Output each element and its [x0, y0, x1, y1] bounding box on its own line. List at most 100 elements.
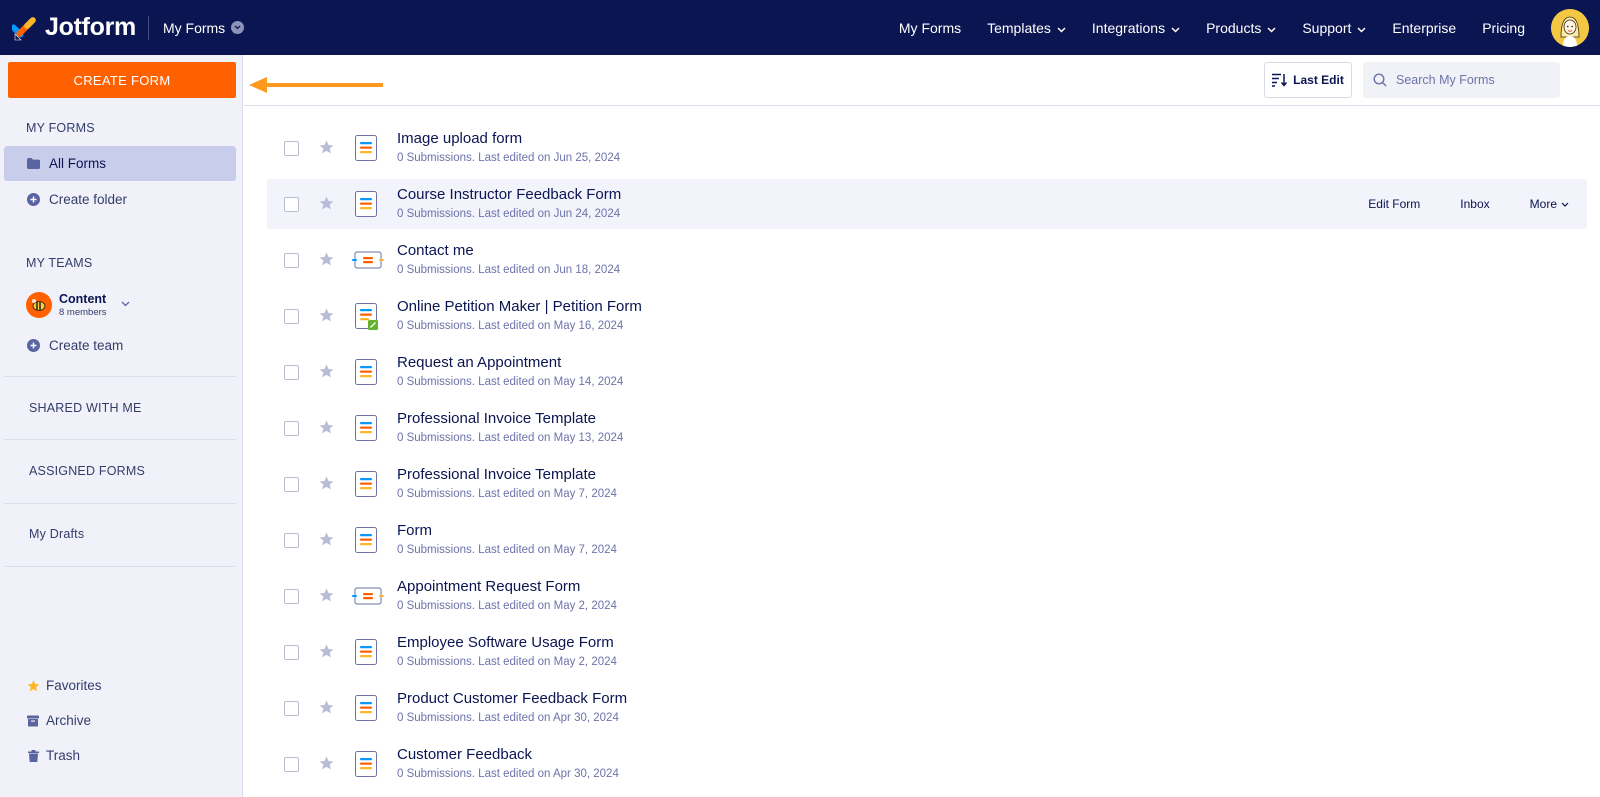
- nav-label: Support: [1302, 19, 1352, 36]
- star-icon[interactable]: [319, 196, 334, 215]
- more-label: More: [1529, 197, 1557, 211]
- form-title[interactable]: Course Instructor Feedback Form: [397, 186, 621, 203]
- form-title[interactable]: Request an Appointment: [397, 354, 561, 371]
- form-row[interactable]: Professional Invoice Template 0 Submissio…: [267, 459, 1587, 509]
- forms-toolbar: Last Edit: [244, 55, 1600, 106]
- select-checkbox[interactable]: [284, 645, 299, 660]
- star-icon: [26, 679, 40, 692]
- form-row[interactable]: Product Customer Feedback Form 0 Submissi…: [267, 683, 1587, 733]
- select-checkbox[interactable]: [284, 141, 299, 156]
- nav-products[interactable]: Products: [1206, 20, 1276, 36]
- select-checkbox[interactable]: [284, 757, 299, 772]
- star-icon[interactable]: [319, 140, 334, 159]
- form-title[interactable]: Online Petition Maker | Petition Form: [397, 298, 642, 315]
- user-avatar[interactable]: [1551, 8, 1589, 47]
- inbox-button[interactable]: Inbox: [1460, 197, 1489, 211]
- form-title[interactable]: Product Customer Feedback Form: [397, 690, 627, 707]
- form-row[interactable]: Form 0 Submissions. Last edited on May 7,…: [267, 515, 1587, 565]
- create-form-button[interactable]: CREATE FORM: [8, 62, 236, 98]
- form-meta: 0 Submissions. Last edited on Jun 25, 20…: [397, 152, 621, 164]
- jotform-logo[interactable]: Jotform: [12, 0, 136, 55]
- nav-enterprise[interactable]: Enterprise: [1392, 20, 1456, 36]
- form-meta: 0 Submissions. Last edited on Jun 18, 20…: [397, 264, 621, 276]
- sort-button[interactable]: Last Edit: [1264, 62, 1352, 98]
- sidebar-item-create-team[interactable]: Create team: [4, 328, 236, 363]
- team-bee-icon: [26, 292, 52, 318]
- select-checkbox[interactable]: [284, 309, 299, 324]
- sidebar-item-create-folder[interactable]: Create folder: [4, 182, 236, 217]
- sidebar-item-all-forms[interactable]: All Forms: [4, 146, 236, 181]
- star-icon[interactable]: [319, 588, 334, 607]
- chevron-down-icon[interactable]: [121, 294, 130, 312]
- form-title[interactable]: Professional Invoice Template: [397, 410, 596, 427]
- sidebar-item-label: Trash: [46, 748, 81, 763]
- select-checkbox[interactable]: [284, 253, 299, 268]
- main-nav: My Forms Templates Integrations Products…: [899, 0, 1600, 55]
- form-icon: [352, 414, 380, 442]
- nav-my-forms[interactable]: My Forms: [899, 20, 961, 36]
- form-row[interactable]: Professional Invoice Template 0 Submissio…: [267, 403, 1587, 453]
- form-row[interactable]: Online Petition Maker | Petition Form 0 S…: [267, 291, 1587, 341]
- nav-pricing[interactable]: Pricing: [1482, 20, 1525, 36]
- nav-templates[interactable]: Templates: [987, 20, 1066, 36]
- form-row[interactable]: Appointment Request Form 0 Submissions. L…: [267, 571, 1587, 621]
- star-icon[interactable]: [319, 364, 334, 383]
- star-icon[interactable]: [319, 644, 334, 663]
- team-content[interactable]: Content 8 members: [26, 292, 130, 318]
- sidebar-item-label: Favorites: [46, 678, 102, 693]
- select-checkbox[interactable]: [284, 197, 299, 212]
- logo-divider: [147, 15, 149, 40]
- form-title[interactable]: Contact me: [397, 242, 474, 259]
- more-button[interactable]: More: [1530, 197, 1569, 211]
- select-checkbox[interactable]: [284, 421, 299, 436]
- form-icon: [352, 134, 380, 162]
- form-meta: 0 Submissions. Last edited on Apr 30, 20…: [397, 712, 619, 724]
- select-checkbox[interactable]: [284, 365, 299, 380]
- form-title[interactable]: Customer Feedback: [397, 746, 532, 763]
- select-checkbox[interactable]: [284, 589, 299, 604]
- star-icon[interactable]: [319, 308, 334, 327]
- search-input[interactable]: [1396, 73, 1546, 87]
- team-members: 8 members: [59, 307, 107, 318]
- select-checkbox[interactable]: [284, 701, 299, 716]
- form-row[interactable]: Request an Appointment 0 Submissions. Las…: [267, 347, 1587, 397]
- nav-support[interactable]: Support: [1302, 20, 1366, 36]
- star-icon[interactable]: [319, 756, 334, 775]
- form-icon: [352, 526, 380, 554]
- star-icon[interactable]: [319, 700, 334, 719]
- nav-label: Enterprise: [1392, 19, 1457, 36]
- form-row[interactable]: Employee Software Usage Form 0 Submission…: [267, 627, 1587, 677]
- star-icon[interactable]: [319, 420, 334, 439]
- divider: [4, 376, 236, 377]
- form-title[interactable]: Professional Invoice Template: [397, 466, 596, 483]
- sort-label: Last Edit: [1293, 73, 1344, 87]
- form-title[interactable]: Form: [397, 522, 432, 539]
- form-row[interactable]: Customer Feedback 0 Submissions. Last edi…: [267, 739, 1587, 789]
- sidebar-item-assigned-forms[interactable]: ASSIGNED FORMS: [29, 464, 145, 478]
- trash-icon: [26, 749, 40, 762]
- form-title[interactable]: Employee Software Usage Form: [397, 634, 614, 651]
- select-checkbox[interactable]: [284, 533, 299, 548]
- form-title[interactable]: Image upload form: [397, 130, 522, 147]
- edit-form-button[interactable]: Edit Form: [1368, 197, 1420, 211]
- star-icon[interactable]: [319, 476, 334, 495]
- form-row[interactable]: Image upload form 0 Submissions. Last edi…: [267, 123, 1587, 173]
- form-row[interactable]: Contact me 0 Submissions. Last edited on …: [267, 235, 1587, 285]
- product-switcher[interactable]: My Forms: [163, 20, 245, 36]
- nav-integrations[interactable]: Integrations: [1092, 20, 1180, 36]
- sidebar-item-archive[interactable]: Archive: [4, 703, 236, 738]
- form-row[interactable]: Course Instructor Feedback Form 0 Submiss…: [267, 179, 1587, 229]
- star-icon[interactable]: [319, 532, 334, 551]
- my-teams-heading: MY TEAMS: [26, 256, 93, 270]
- sidebar-item-my-drafts[interactable]: My Drafts: [29, 527, 84, 541]
- sidebar-item-favorites[interactable]: Favorites: [4, 668, 236, 703]
- form-meta: 0 Submissions. Last edited on May 7, 202…: [397, 488, 617, 500]
- star-icon[interactable]: [319, 252, 334, 271]
- sidebar-item-shared-with-me[interactable]: SHARED WITH ME: [29, 401, 142, 415]
- search-box: [1363, 62, 1560, 98]
- sidebar-item-label: All Forms: [49, 156, 106, 171]
- sidebar-item-trash[interactable]: Trash: [4, 738, 236, 773]
- chevron-down-icon: [1171, 20, 1180, 36]
- select-checkbox[interactable]: [284, 477, 299, 492]
- form-title[interactable]: Appointment Request Form: [397, 578, 580, 595]
